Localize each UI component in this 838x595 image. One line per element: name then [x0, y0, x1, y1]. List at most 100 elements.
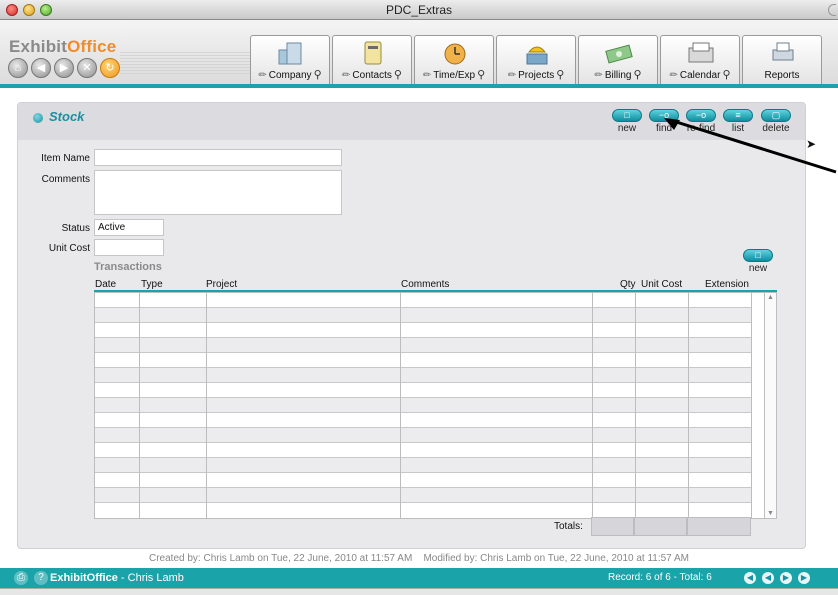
item-name-field[interactable]	[94, 149, 342, 166]
building-icon	[278, 42, 302, 65]
table-row[interactable]	[95, 338, 751, 353]
column-header-comments[interactable]: Comments	[401, 279, 449, 290]
table-row[interactable]	[95, 323, 751, 338]
column-header-date[interactable]: Date	[95, 279, 116, 290]
forward-icon[interactable]: ▶	[54, 58, 74, 78]
module-label: Billing	[604, 70, 632, 81]
scroll-up-icon[interactable]: ▲	[767, 294, 774, 301]
back-icon[interactable]: ◀	[31, 58, 51, 78]
column-divider	[592, 293, 593, 518]
folder-icon: □	[612, 109, 642, 122]
printer-icon	[772, 42, 794, 61]
scroll-down-icon[interactable]: ▼	[767, 510, 774, 517]
unit-cost-field[interactable]	[94, 239, 164, 256]
print-icon[interactable]: ⎙	[14, 571, 28, 585]
home-icon[interactable]: ⌂	[8, 58, 28, 78]
module-tab-reports[interactable]: Reports	[742, 35, 822, 84]
total-qty-cell	[591, 517, 634, 536]
current-user: Chris Lamb	[127, 572, 184, 584]
module-label: Projects	[518, 70, 555, 81]
search-icon[interactable]: ⚲	[477, 69, 485, 81]
created-info: Created by: Chris Lamb on Tue, 22 June, …	[149, 553, 413, 564]
table-row[interactable]	[95, 398, 751, 413]
search-icon[interactable]: ⚲	[394, 69, 402, 81]
search-icon[interactable]: ⚲	[634, 69, 642, 81]
table-row[interactable]	[95, 473, 751, 488]
status-field[interactable]: Active	[94, 219, 164, 236]
mouse-cursor-icon: ➤	[806, 137, 817, 151]
next-record-icon[interactable]: ▶	[780, 572, 792, 584]
module-tab-time-exp[interactable]: ✏ Time/Exp ⚲	[414, 35, 494, 84]
module-tab-billing[interactable]: ✏ Billing ⚲	[578, 35, 658, 84]
record-counter: Record: 6 of 6 - Total: 6	[608, 572, 712, 583]
list-button[interactable]: ≡ list	[722, 109, 754, 134]
column-divider	[400, 293, 401, 518]
calendar-icon	[688, 42, 714, 63]
table-row[interactable]	[95, 488, 751, 503]
close-icon[interactable]: ✕	[77, 58, 97, 78]
comments-field[interactable]	[94, 170, 342, 215]
table-row[interactable]	[95, 368, 751, 383]
module-tab-projects[interactable]: ✏ Projects ⚲	[496, 35, 576, 84]
folder-icon: □	[743, 249, 773, 262]
module-label: Company	[268, 70, 312, 81]
last-record-icon[interactable]: ▶	[798, 572, 810, 584]
table-row[interactable]	[95, 413, 751, 428]
search-icon[interactable]: ⚲	[722, 69, 730, 81]
column-header-type[interactable]: Type	[141, 279, 163, 290]
stock-panel: Stock □ new −o find −o re-find ≡ list ▢ …	[17, 102, 806, 549]
transactions-table[interactable]: ▲ ▼	[94, 292, 777, 519]
column-divider	[751, 293, 752, 518]
totals-label: Totals:	[554, 521, 583, 532]
clock-icon	[444, 43, 466, 65]
table-row[interactable]	[95, 308, 751, 323]
key-icon: −o	[649, 109, 679, 122]
table-row[interactable]	[95, 293, 751, 308]
table-row[interactable]	[95, 458, 751, 473]
previous-record-icon[interactable]: ◀	[762, 572, 774, 584]
column-header-extension[interactable]: Extension	[705, 279, 749, 290]
help-icon[interactable]: ?	[34, 571, 48, 585]
refresh-icon[interactable]: ↻	[100, 58, 120, 78]
table-scrollbar[interactable]: ▲ ▼	[764, 293, 776, 518]
re-find-button[interactable]: −o re-find	[685, 109, 717, 134]
new-button[interactable]: □ new	[611, 109, 643, 134]
status-brand: ExhibitOffice - Chris Lamb	[50, 572, 184, 584]
find-button[interactable]: −o find	[648, 109, 680, 134]
worker-icon	[526, 46, 548, 65]
table-row[interactable]	[95, 443, 751, 458]
item-name-label: Item Name	[41, 153, 90, 164]
column-divider	[635, 293, 636, 518]
delete-button[interactable]: ▢ delete	[760, 109, 792, 134]
module-tab-contacts[interactable]: ✏ Contacts ⚲	[332, 35, 412, 84]
table-row[interactable]	[95, 353, 751, 368]
table-row[interactable]	[95, 383, 751, 398]
total-extension-cell	[687, 517, 751, 536]
status-dot-icon	[33, 113, 43, 123]
module-tab-calendar[interactable]: ✏ Calendar ⚲	[660, 35, 740, 84]
toolbar-toggle-button[interactable]	[828, 4, 836, 16]
key-icon: −o	[686, 109, 716, 122]
status-bar: ⎙ ? ExhibitOffice - Chris Lamb Record: 6…	[0, 568, 838, 588]
new-transaction-button[interactable]: □ new	[742, 249, 774, 274]
search-icon[interactable]: ⚲	[314, 69, 322, 81]
window-title: PDC_Extras	[385, 3, 453, 17]
column-header-unit-cost[interactable]: Unit Cost	[641, 279, 682, 290]
column-header-project[interactable]: Project	[206, 279, 237, 290]
contacts-icon	[364, 41, 382, 65]
module-label: Reports	[764, 70, 800, 81]
column-divider	[139, 293, 140, 518]
trash-icon: ▢	[761, 109, 791, 122]
first-record-icon[interactable]: ◀	[744, 572, 756, 584]
column-header-qty[interactable]: Qty	[620, 279, 636, 290]
window-titlebar: PDC_Extras	[0, 0, 838, 20]
status-label: Status	[61, 223, 90, 234]
panel-header: Stock □ new −o find −o re-find ≡ list ▢ …	[18, 103, 805, 140]
module-tab-company[interactable]: ✏ Company ⚲	[250, 35, 330, 84]
search-icon[interactable]: ⚲	[556, 69, 564, 81]
money-icon	[605, 44, 633, 64]
column-divider	[688, 293, 689, 518]
unit-cost-label: Unit Cost	[48, 243, 90, 254]
table-row[interactable]	[95, 428, 751, 443]
column-divider	[206, 293, 207, 518]
